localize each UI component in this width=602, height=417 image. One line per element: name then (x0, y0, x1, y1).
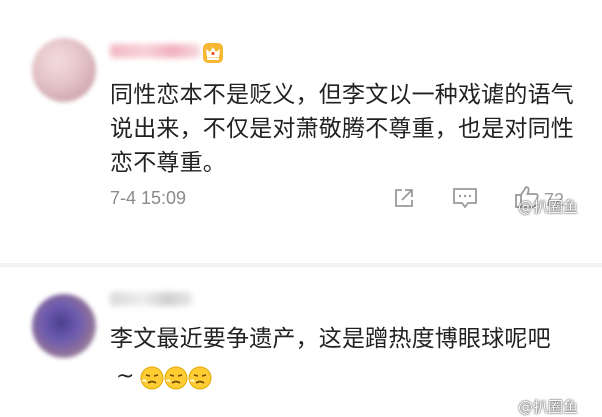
comment-tail-text: ~ (116, 364, 135, 389)
username-blurred[interactable] (110, 292, 192, 306)
comment-text: 同性恋本不是贬义，但李文以一种戏谑的语气说出来，不仅是对萧敬腾不尊重，也是对同性… (110, 82, 574, 176)
comment-text: 李文最近要争遗产，这是蹭热度博眼球呢吧 (110, 326, 551, 352)
huffing-face-emoji (164, 366, 188, 390)
comment-icon[interactable] (452, 186, 478, 210)
huffing-face-emoji (188, 366, 212, 390)
avatar[interactable] (32, 294, 96, 358)
comment-divider (0, 263, 602, 267)
huffing-face-emoji (140, 366, 164, 390)
comment-timestamp: 7-4 15:09 (110, 188, 187, 208)
watermark: @扒圈鱼 (518, 398, 579, 416)
avatar[interactable] (32, 38, 96, 102)
share-icon[interactable] (392, 186, 416, 210)
crown-badge-icon (203, 43, 223, 63)
comment-item: 同性恋本不是贬义，但李文以一种戏谑的语气说出来，不仅是对萧敬腾不尊重，也是对同性… (0, 0, 602, 262)
username-blurred[interactable] (110, 44, 200, 58)
watermark: @扒圈鱼 (518, 198, 579, 216)
